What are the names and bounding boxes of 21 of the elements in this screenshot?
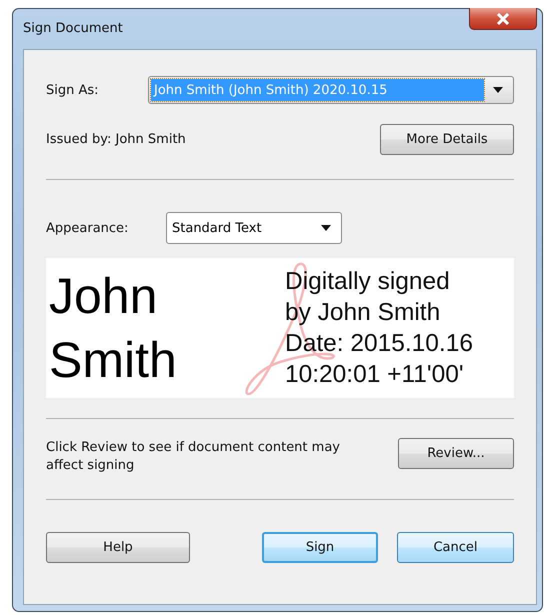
cancel-button[interactable]: Cancel (397, 532, 514, 563)
review-button[interactable]: Review... (398, 438, 514, 468)
signature-detail-text: Digitally signed (285, 267, 451, 297)
signer-name-text: John (49, 267, 158, 326)
dropdown-arrow-icon (321, 225, 331, 231)
signature-detail-text: by John Smith (285, 298, 442, 328)
issuer-text: Issued by: John Smith (46, 132, 186, 147)
review-hint-text: Click Review to see if document content may affect signing (46, 439, 341, 475)
dropdown-arrow-icon (493, 87, 503, 93)
more-details-button[interactable]: More Details (380, 124, 514, 155)
appearance-label: Appearance: (46, 220, 130, 236)
sign-button[interactable]: Sign (262, 532, 378, 563)
signature-detail-text: 10:20:01 +11'00' (285, 360, 465, 390)
sign-as-label: Sign As: (46, 82, 99, 98)
window-title: Sign Document (23, 21, 123, 36)
help-button[interactable]: Help (46, 532, 190, 563)
appearance-dropdown[interactable]: Standard Text (166, 212, 342, 244)
signer-name-text: Smith (49, 331, 178, 390)
signature-detail-text: Date: 2015.10.16 (285, 329, 473, 359)
close-icon (496, 12, 510, 24)
close-button[interactable] (469, 8, 537, 30)
